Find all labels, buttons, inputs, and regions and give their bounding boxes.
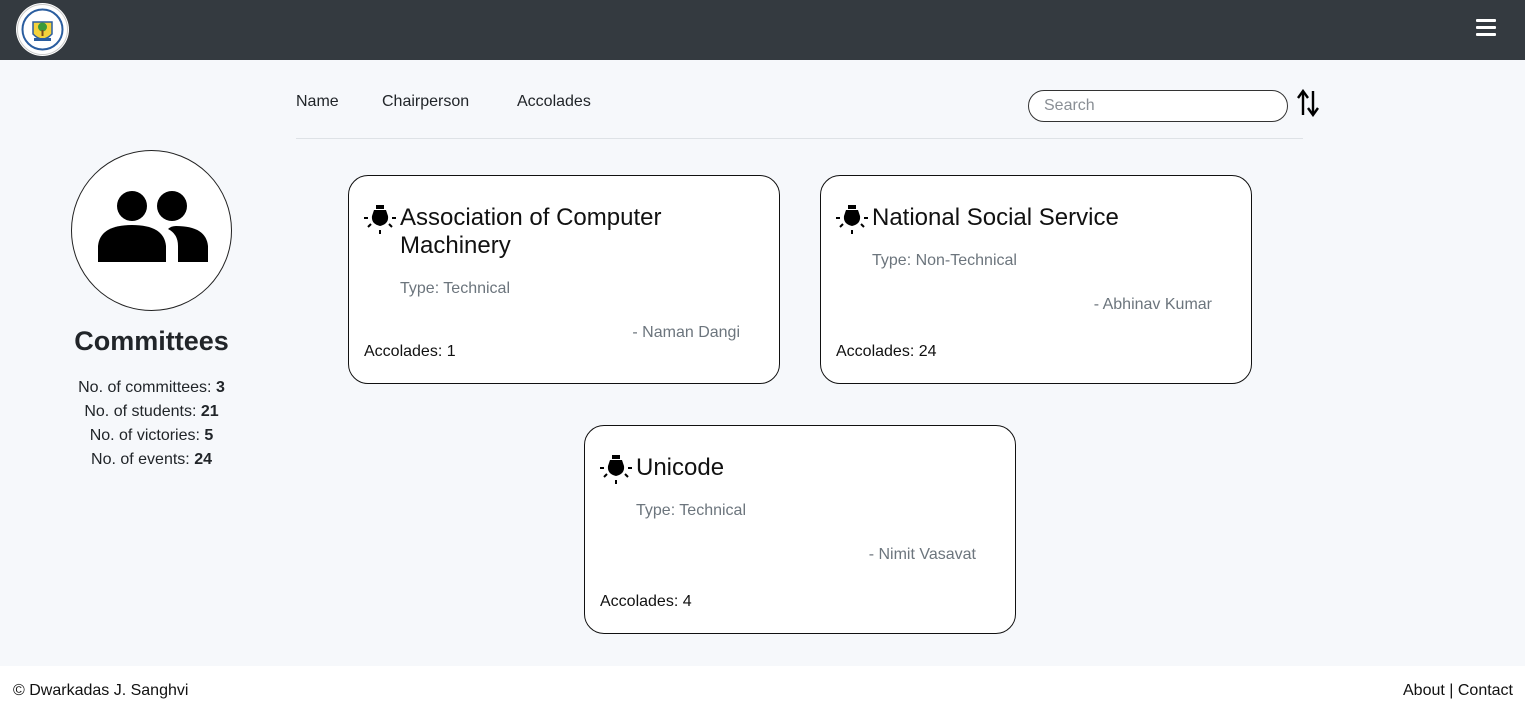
sort-by-accolades[interactable]: Accolades xyxy=(517,93,591,111)
page-footer: © Dwarkadas J. Sanghvi About | Contact xyxy=(0,666,1525,716)
contact-link[interactable]: Contact xyxy=(1458,682,1513,699)
committee-type: Type: Non-Technical xyxy=(872,252,1017,269)
committee-accolades: Accolades: 4 xyxy=(600,593,692,610)
lightbulb-icon xyxy=(836,205,868,234)
sidebar-title: Committees xyxy=(74,326,229,356)
committee-card[interactable]: National Social Service Type: Non-Techni… xyxy=(820,175,1252,384)
sort-arrows-icon[interactable] xyxy=(1297,88,1319,118)
committee-chairperson: - Abhinav Kumar xyxy=(1093,296,1212,313)
committee-type: Type: Technical xyxy=(636,502,746,519)
committee-card[interactable]: Association of Computer Machinery Type: … xyxy=(348,175,780,384)
stat-students: No. of students: 21 xyxy=(84,403,219,420)
main-content: Committees No. of committees: 3 No. of s… xyxy=(0,60,1525,666)
sort-bar-divider xyxy=(296,138,1303,139)
stat-victories: No. of victories: 5 xyxy=(89,427,214,444)
committee-type: Type: Technical xyxy=(400,280,510,297)
lightbulb-icon xyxy=(600,455,632,484)
top-navbar xyxy=(0,0,1525,60)
committee-stats: No. of committees: 3 No. of students: 21… xyxy=(40,376,263,472)
stat-events: No. of events: 24 xyxy=(91,451,212,468)
footer-separator: | xyxy=(1444,682,1458,699)
group-users-icon xyxy=(71,150,232,311)
sort-by-name[interactable]: Name xyxy=(296,93,339,111)
stat-committees: No. of committees: 3 xyxy=(78,379,225,396)
hamburger-menu-icon[interactable] xyxy=(1476,19,1496,37)
committee-card[interactable]: Unicode Type: Technical - Nimit Vasavat … xyxy=(584,425,1016,634)
committee-accolades: Accolades: 1 xyxy=(364,343,456,360)
about-link[interactable]: About xyxy=(1403,682,1445,699)
copyright-text: © Dwarkadas J. Sanghvi xyxy=(13,682,189,699)
college-emblem-icon[interactable] xyxy=(16,3,69,56)
committee-name: Unicode xyxy=(636,454,725,481)
committee-name: National Social Service xyxy=(872,204,1119,231)
search-input[interactable] xyxy=(1028,90,1288,122)
footer-links: About | Contact xyxy=(1403,682,1513,700)
lightbulb-icon xyxy=(364,205,396,234)
sort-by-chairperson[interactable]: Chairperson xyxy=(382,93,469,111)
committee-name: Association of Computer Machinery xyxy=(400,204,662,259)
committee-chairperson: - Naman Dangi xyxy=(632,324,740,341)
scrollbar-gutter xyxy=(1525,0,1540,716)
committee-chairperson: - Nimit Vasavat xyxy=(868,546,976,563)
committee-accolades: Accolades: 24 xyxy=(836,343,937,360)
